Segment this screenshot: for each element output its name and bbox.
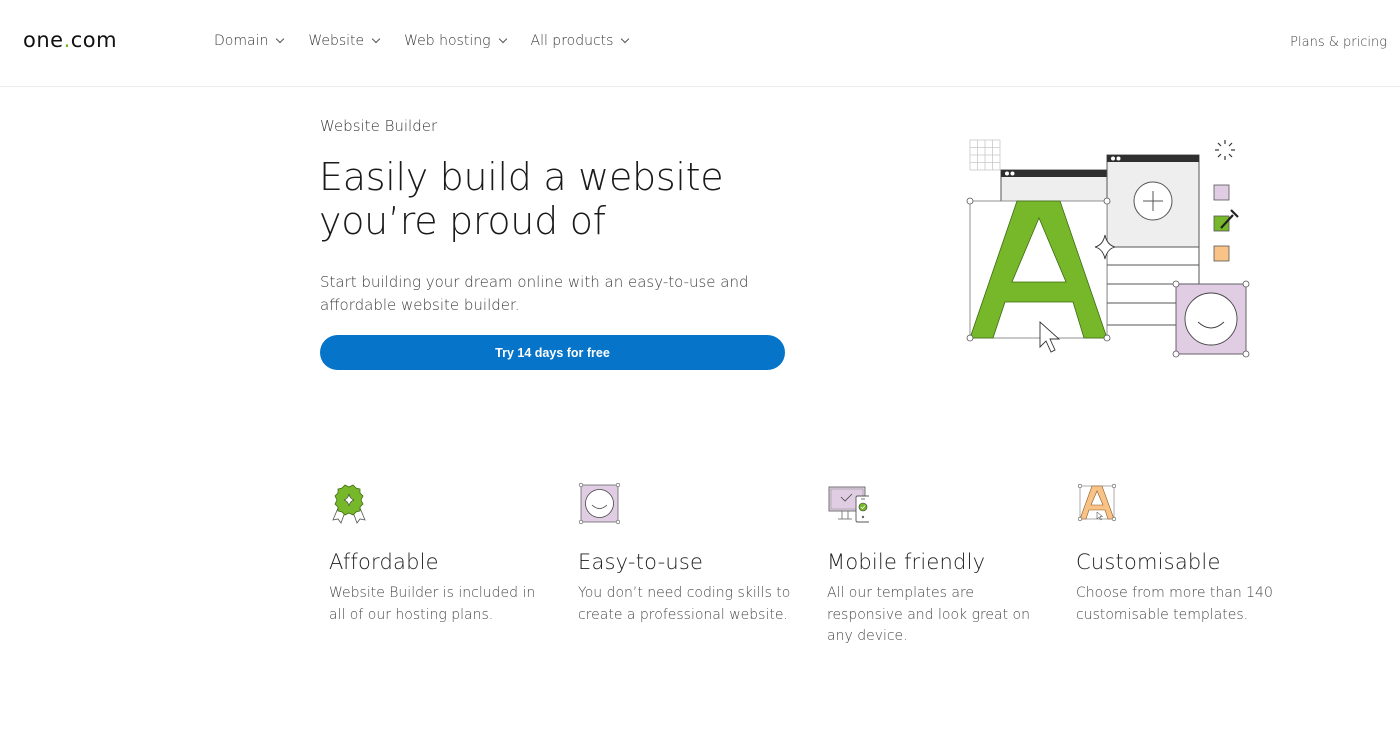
feature-title: Mobile friendly [827,550,986,574]
nav-item-label: Website [308,33,365,49]
devices-icon [828,486,869,523]
eyebrow-label: Website Builder [320,117,438,135]
nav-item-all-products[interactable]: All products [530,33,630,49]
chevron-down-icon [371,34,381,44]
logo[interactable]: one.com [23,28,117,52]
award-badge-icon [332,484,366,524]
grid-icon [969,139,1001,171]
page-title: Easily build a website you’re proud of [319,155,839,243]
feature-affordable: Affordable Website Builder is included i… [329,482,578,648]
chevron-down-icon [498,34,507,44]
color-swatch-lilac [1213,184,1230,201]
nav-item-domain[interactable]: Domain [214,33,285,49]
feature-description: Website Builder is included in all of ou… [329,585,536,623]
feature-easy-to-use: Easy-to-use You don’t need coding skills… [578,482,827,648]
chevron-down-icon [621,34,630,44]
color-swatch-peach [1213,245,1230,262]
title-line-1: Easily build a website [319,155,724,199]
features-section: Affordable Website Builder is included i… [329,482,1325,648]
title-line-2: you’re proud of [319,199,606,243]
site-header: one.com Domain Website Web hosting All p… [0,0,1400,87]
loading-icon [1215,140,1235,160]
feature-description: All our templates are responsive and loo… [827,585,1030,644]
nav-item-label: All products [530,33,614,49]
plans-pricing-link[interactable]: Plans & pricing [1290,35,1387,50]
smiley-icon [1172,280,1250,358]
logo-text-suffix: com [70,28,118,52]
try-free-button[interactable]: Try 14 days for free [320,335,785,370]
color-swatch-green [1213,215,1230,232]
nav-item-website[interactable]: Website [308,33,381,49]
feature-title: Affordable [329,550,439,574]
logo-text: one [23,28,64,52]
feature-title: Customisable [1076,550,1221,574]
chevron-down-icon [276,34,285,44]
letter-a-frame-icon [1077,483,1117,522]
feature-description: You don’t need coding skills to create a… [578,585,791,623]
nav-item-label: Web hosting [404,33,491,49]
letter-a-icon [966,197,1111,342]
website-builder-illustration [966,139,1250,358]
feature-description: Choose from more than 140 customisable t… [1076,585,1273,623]
main-nav: Domain Website Web hosting All products [214,33,653,49]
feature-customisable: Customisable Choose from more than 140 c… [1076,482,1325,648]
nav-item-web-hosting[interactable]: Web hosting [404,33,507,49]
smiley-frame-icon [578,482,620,525]
hero-description: Start building your dream online with an… [320,273,749,314]
logo-dot: . [63,28,71,52]
feature-title: Easy-to-use [578,550,704,574]
feature-mobile-friendly: Mobile friendly All our templates are re… [827,482,1076,648]
nav-item-label: Domain [214,33,269,49]
